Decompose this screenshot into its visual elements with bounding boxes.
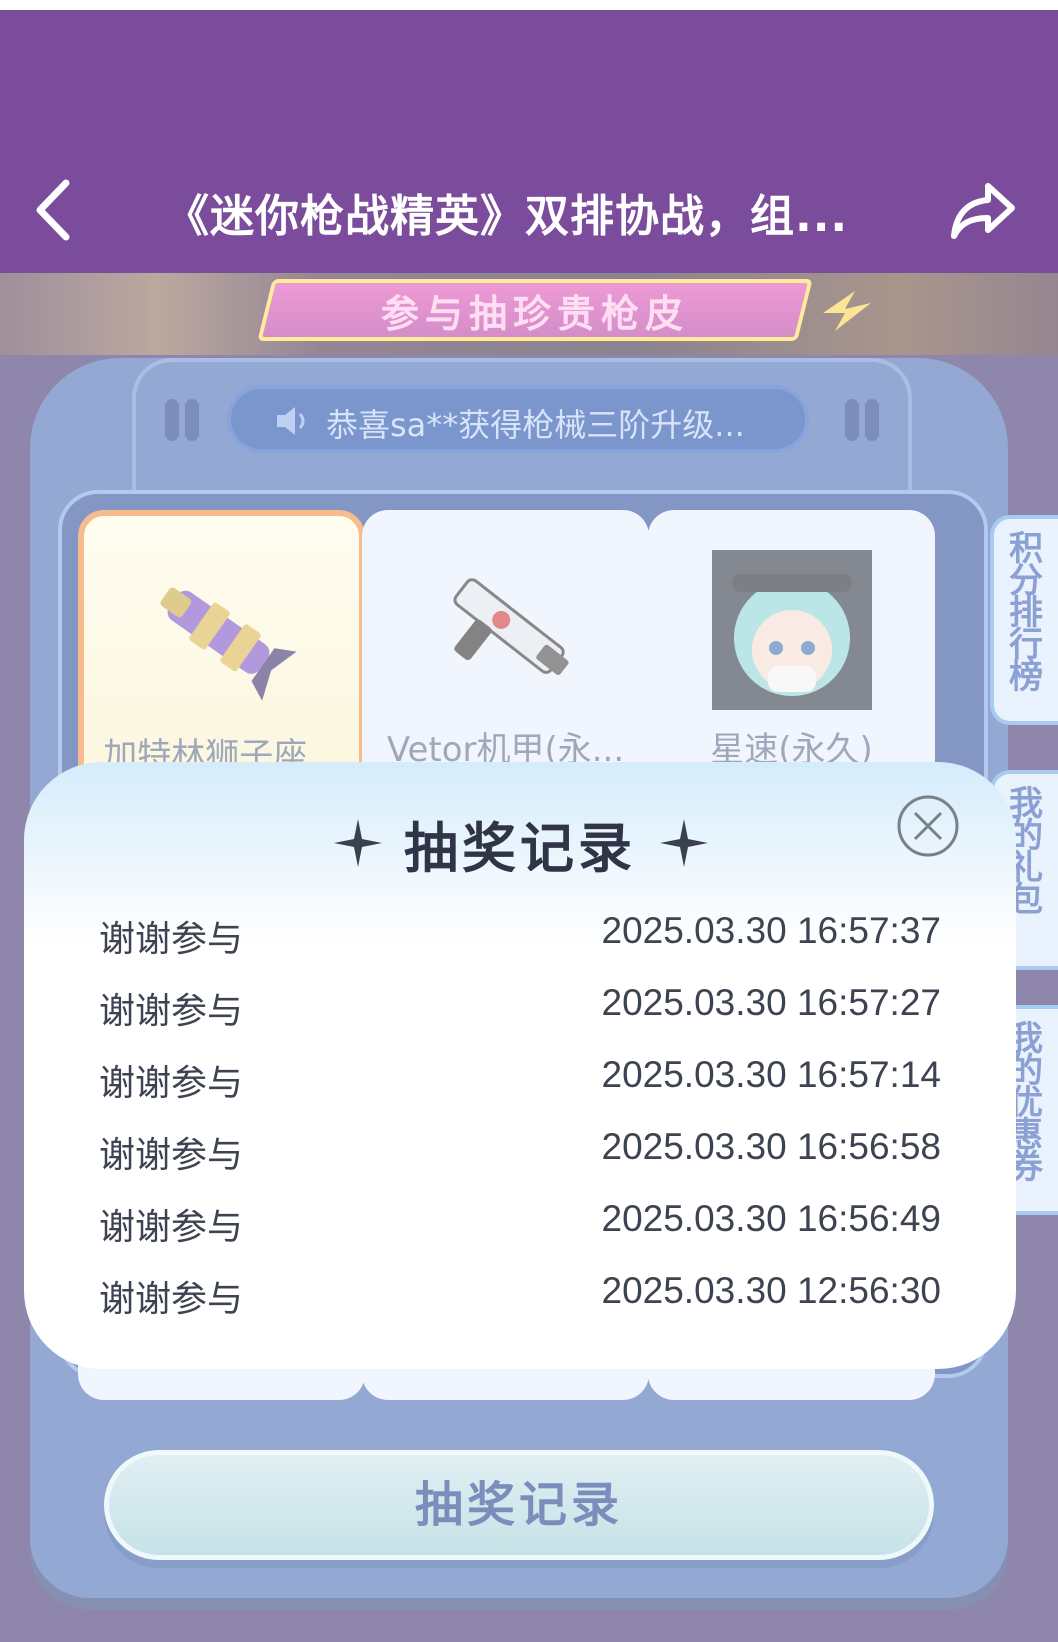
modal-title: 抽奖记录	[404, 817, 636, 880]
draw-record-modal: 抽奖记录 谢谢参与 2025.03.30 16:57:37 谢谢参与 2025.…	[24, 762, 1016, 1369]
record-row: 谢谢参与 2025.03.30 16:56:58	[99, 1126, 941, 1186]
record-row: 谢谢参与 2025.03.30 16:56:49	[99, 1198, 941, 1258]
record-row: 谢谢参与 2025.03.30 16:57:37	[99, 910, 941, 970]
record-time: 2025.03.30 16:56:49	[601, 1198, 942, 1239]
record-result: 谢谢参与	[99, 1279, 244, 1320]
share-arrow-icon	[951, 183, 1015, 239]
record-time: 2025.03.30 16:57:27	[601, 982, 942, 1023]
record-result: 谢谢参与	[99, 919, 244, 960]
record-time: 2025.03.30 12:56:30	[601, 1270, 942, 1311]
page-title: 《迷你枪战精英》双排协战，组...	[165, 191, 849, 242]
close-icon	[897, 795, 959, 857]
record-time: 2025.03.30 16:56:58	[601, 1126, 942, 1167]
close-button[interactable]	[896, 794, 960, 858]
share-button[interactable]	[948, 180, 1018, 242]
sparkle-icon	[660, 819, 708, 867]
record-row: 谢谢参与 2025.03.30 16:57:27	[99, 982, 941, 1042]
record-row: 谢谢参与 2025.03.30 16:57:14	[99, 1054, 941, 1114]
record-result: 谢谢参与	[99, 1135, 244, 1176]
record-time: 2025.03.30 16:57:14	[601, 1054, 942, 1095]
chevron-left-icon	[36, 179, 70, 241]
record-result: 谢谢参与	[99, 1063, 244, 1104]
record-result: 谢谢参与	[99, 991, 244, 1032]
record-result: 谢谢参与	[99, 1207, 244, 1248]
record-time: 2025.03.30 16:57:37	[601, 910, 942, 951]
top-header: 《迷你枪战精英》双排协战，组...	[0, 0, 1058, 273]
record-row: 谢谢参与 2025.03.30 12:56:30	[99, 1270, 941, 1330]
back-button[interactable]	[30, 175, 80, 245]
